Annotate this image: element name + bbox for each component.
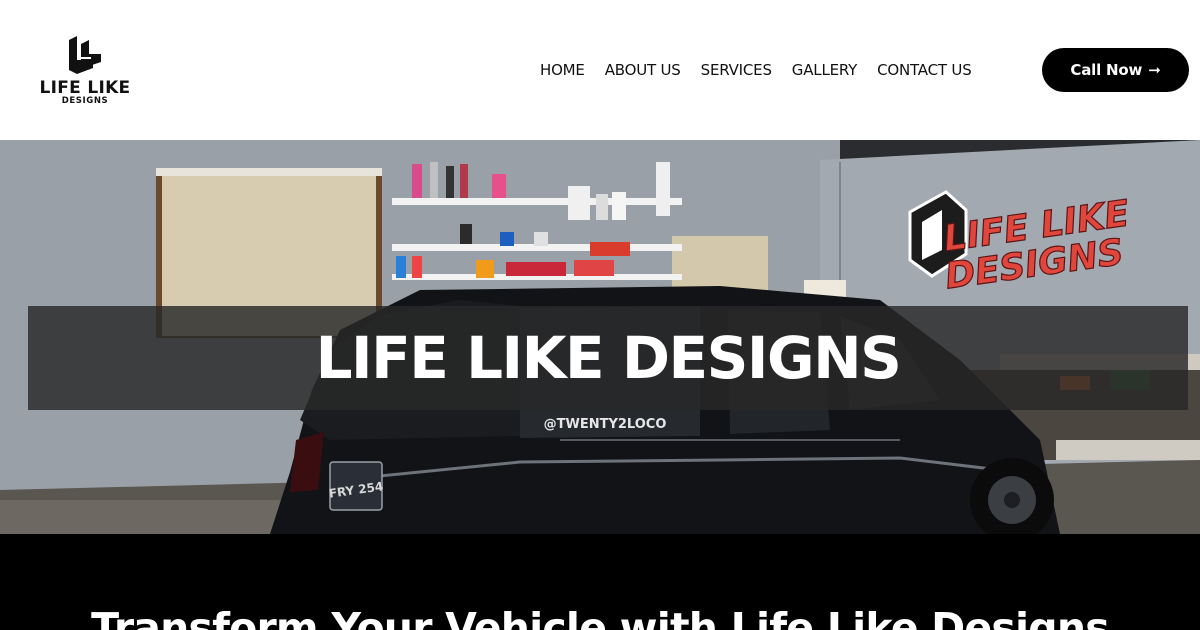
logo-text-primary: LIFE LIKE <box>39 78 131 98</box>
site-header: LIFE LIKE DESIGNS HOME ABOUT US SERVICES… <box>0 0 1200 140</box>
intro-section: Transform Your Vehicle with Life Like De… <box>0 534 1200 630</box>
nav-item-contact-us[interactable]: CONTACT US <box>867 59 981 81</box>
logo-text-secondary: DESIGNS <box>61 96 109 106</box>
intro-heading: Transform Your Vehicle with Life Like De… <box>91 604 1109 630</box>
hero-title: LIFE LIKE DESIGNS <box>315 324 902 392</box>
window-sticker-text: @TWENTY2LOCO <box>544 417 667 432</box>
ll-monogram-icon <box>69 36 101 74</box>
call-now-button[interactable]: Call Now ➞ <box>1042 48 1189 92</box>
arrow-right-icon: ➞ <box>1148 60 1161 79</box>
nav-item-about-us[interactable]: ABOUT US <box>595 59 691 81</box>
nav-item-services[interactable]: SERVICES <box>691 59 782 81</box>
main-nav: HOME ABOUT US SERVICES GALLERY CONTACT U… <box>530 59 982 81</box>
hero-section: LIFE LIKE DESIGNS FRY 254 @TWENTY2LOCO L… <box>0 140 1200 534</box>
call-now-label: Call Now <box>1070 61 1143 79</box>
nav-item-gallery[interactable]: GALLERY <box>782 59 867 81</box>
nav-item-home[interactable]: HOME <box>530 59 595 81</box>
site-logo[interactable]: LIFE LIKE DESIGNS <box>38 32 134 108</box>
